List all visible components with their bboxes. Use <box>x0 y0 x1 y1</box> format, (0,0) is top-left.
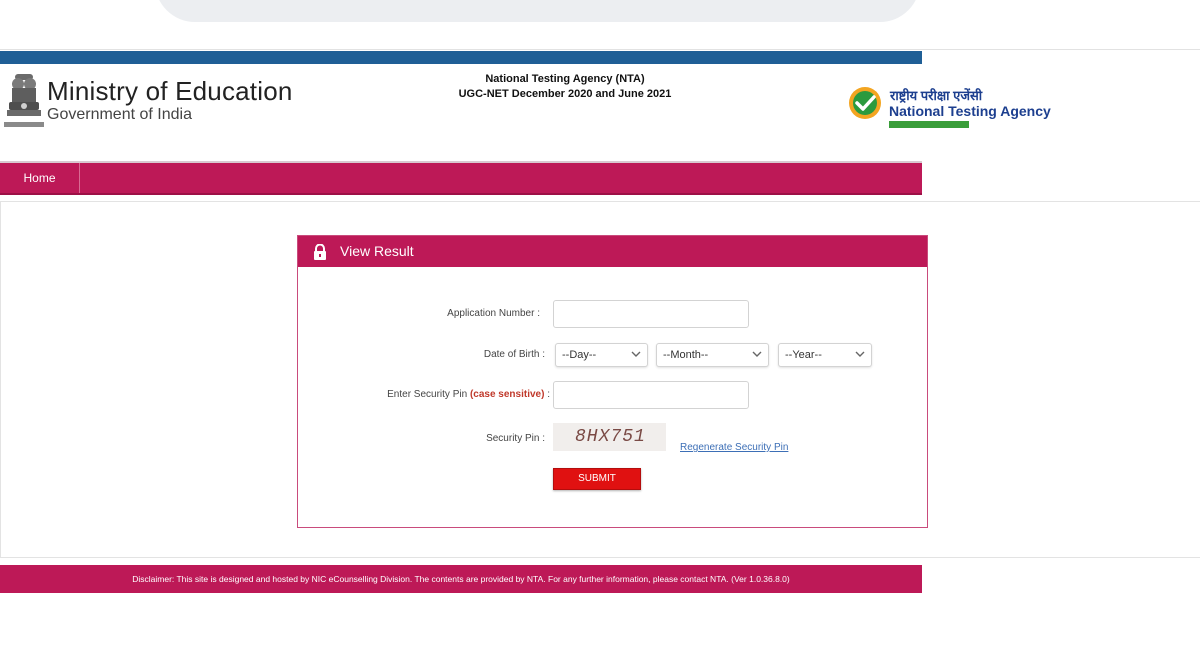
submit-button[interactable]: SUBMIT <box>553 468 641 490</box>
panel-header: View Result <box>298 236 927 267</box>
security-pin-input[interactable] <box>553 381 749 409</box>
nta-hindi-name: राष्ट्रीय परीक्षा एजेंसी <box>890 88 983 103</box>
footer-disclaimer: Disclaimer: This site is designed and ho… <box>0 565 922 593</box>
case-sensitive-note: (case sensitive) <box>469 389 545 400</box>
application-number-input[interactable] <box>553 300 749 328</box>
dob-month-select[interactable]: --Month-- <box>656 343 769 367</box>
top-color-bar <box>0 51 922 64</box>
nta-english-name: National Testing Agency <box>889 103 1051 119</box>
ministry-title: Ministry of Education <box>47 76 293 106</box>
nav-home-link[interactable]: Home <box>0 163 80 193</box>
lock-icon <box>314 243 326 260</box>
captcha-image: 8HX751 <box>553 423 666 451</box>
application-number-label: Application Number : <box>447 308 540 319</box>
dob-day-select[interactable]: --Day-- <box>555 343 648 367</box>
national-emblem-icon <box>4 74 44 127</box>
exam-title-block: National Testing Agency (NTA) UGC-NET De… <box>380 72 750 102</box>
site-header: Ministry of Education Government of Indi… <box>0 64 1200 162</box>
chevron-down-icon <box>631 351 641 357</box>
exam-name-line: UGC-NET December 2020 and June 2021 <box>458 88 672 100</box>
dob-day-value: --Day-- <box>562 349 597 361</box>
security-pin-label: Enter Security Pin (case sensitive) : <box>330 389 550 400</box>
regenerate-security-pin-link[interactable]: Regenerate Security Pin <box>680 442 788 453</box>
chevron-down-icon <box>855 351 865 357</box>
exam-agency-line: National Testing Agency (NTA) <box>485 73 645 85</box>
dob-year-value: --Year-- <box>785 349 822 361</box>
ministry-subtitle: Government of India <box>47 106 192 123</box>
panel-title: View Result <box>340 243 414 259</box>
captcha-label: Security Pin : <box>486 433 545 444</box>
nta-tagline-strip <box>889 121 969 128</box>
chevron-down-icon <box>752 351 762 357</box>
security-pin-label-colon: : <box>544 389 550 400</box>
top-divider <box>0 49 1200 50</box>
security-pin-label-text: Enter Security Pin <box>387 389 470 400</box>
main-navbar: Home <box>0 163 922 195</box>
browser-address-pill <box>155 0 920 22</box>
dob-month-value: --Month-- <box>663 349 709 361</box>
dob-year-select[interactable]: --Year-- <box>778 343 872 367</box>
nta-check-logo-icon <box>849 87 881 119</box>
dob-label: Date of Birth : <box>483 349 545 360</box>
